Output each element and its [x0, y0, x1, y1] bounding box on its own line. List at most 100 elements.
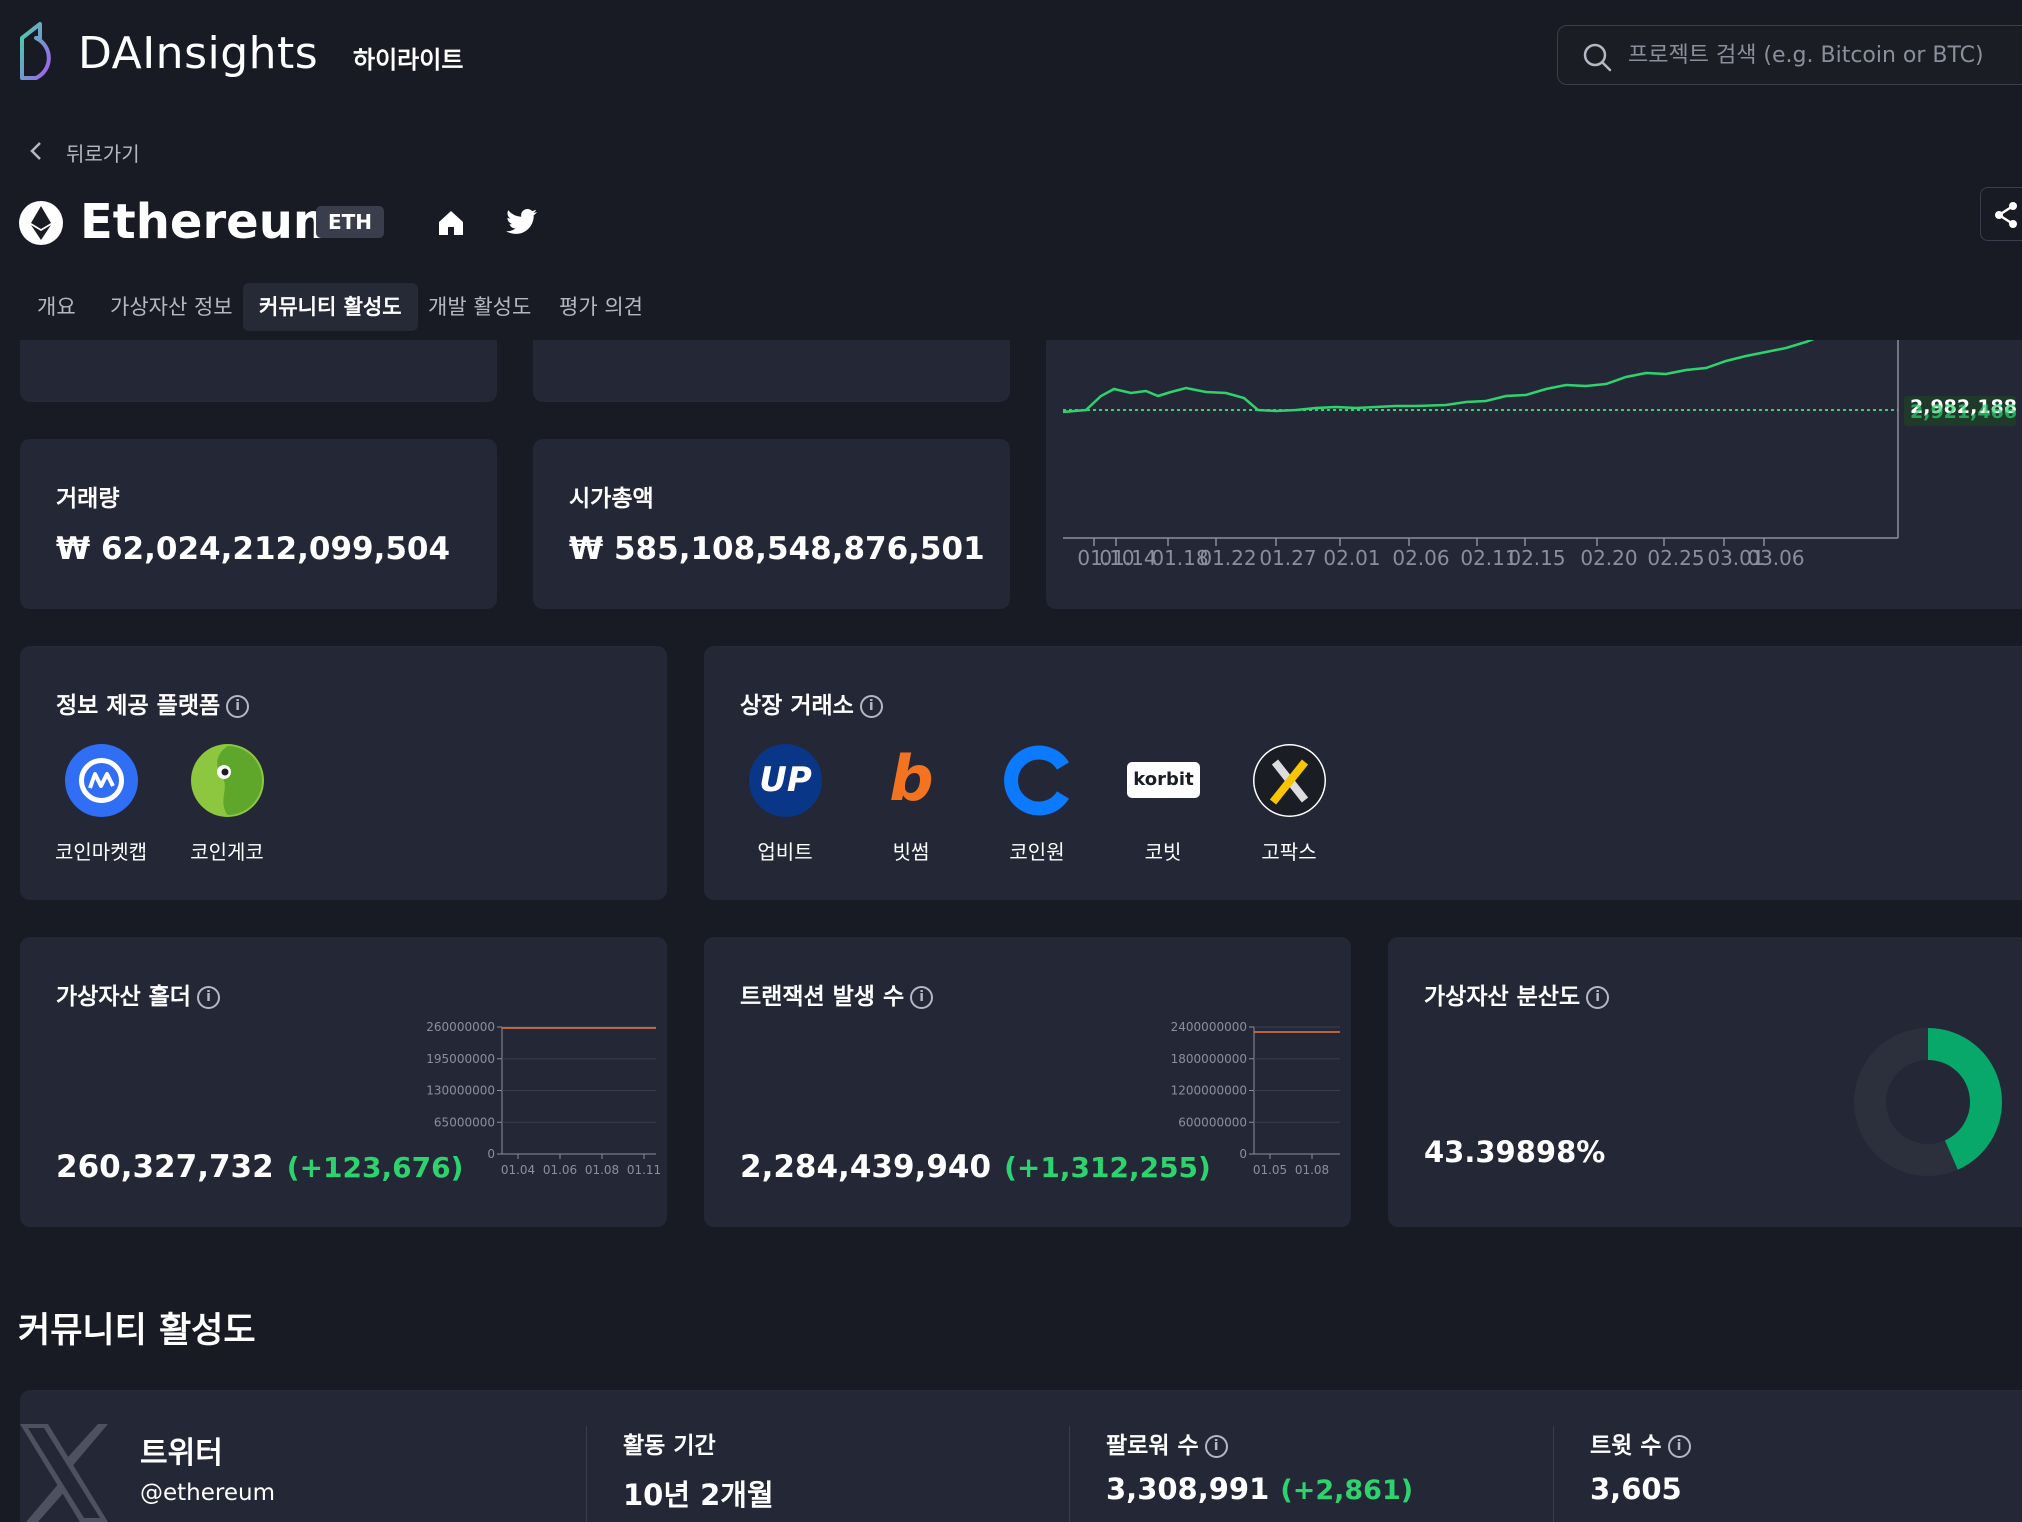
tab-evaluation[interactable]: 평가 의견 [543, 283, 659, 331]
holders-card: 가상자산 홀더 i 260,327,732 (+123,676) 26000000… [20, 937, 667, 1227]
tab-community[interactable]: 커뮤니티 활성도 [243, 283, 418, 331]
exchanges-title: 상장 거래소 i [740, 686, 883, 720]
exchanges-card: 상장 거래소 i UP 업비트 b 빗썸 코인원 korbit 코빗 고팍스 [704, 646, 2022, 900]
price-x-label: 02.06 [1392, 546, 1449, 570]
tweets-value: 3,605 [1590, 1472, 1682, 1506]
followers-value: 3,308,991 [1106, 1472, 1270, 1506]
x-tick-label: 01.11 [627, 1163, 661, 1177]
distribution-value: 43.39898% [1424, 1135, 1606, 1169]
y-tick-label: 195000000 [426, 1052, 495, 1066]
price-x-label: 02.15 [1508, 546, 1565, 570]
price-line [1062, 340, 1815, 414]
price-chart: 01.1001.1401.1801.22 01.27 02.01 02.06 02.11… [1062, 340, 2016, 570]
info-icon[interactable]: i [226, 695, 250, 718]
price-chart-card: 01.10 01.14 01.18 01.22 01.27 02.01 02.06 02.11… [1046, 340, 2022, 609]
transactions-title: 트랜잭션 발생 수i [740, 977, 934, 1011]
share-icon [1995, 202, 2017, 228]
header: DAInsights 하이라이트 [0, 0, 2022, 110]
back-label: 뒤로가기 [66, 142, 140, 166]
project-symbol-badge: ETH [316, 206, 385, 238]
followers-label-row: 팔로워 수i [1106, 1426, 1228, 1460]
holders-chart: 260000000 195000000 130000000 65000000 0 01.0… [426, 1020, 661, 1177]
korbit-icon[interactable]: korbit [1127, 762, 1200, 798]
price-x-label: 02.01 [1323, 546, 1380, 570]
search-box[interactable] [1557, 25, 2022, 85]
tweets-label-row: 트윗 수i [1590, 1426, 1691, 1460]
gopax-icon[interactable] [1253, 744, 1326, 817]
platform-label[interactable]: 코인게코 [167, 836, 287, 865]
share-button[interactable] [1980, 187, 2022, 241]
coinone-icon[interactable] [1001, 744, 1074, 817]
period-value: 10년 2개월 [623, 1478, 774, 1512]
coinmarketcap-icon[interactable] [65, 744, 138, 817]
exchange-label[interactable]: 고팍스 [1229, 836, 1349, 865]
exchanges-title-text: 상장 거래소 [740, 693, 854, 719]
platforms-title: 정보 제공 플랫폼 i [56, 686, 250, 720]
nav-highlight[interactable]: 하이라이트 [353, 40, 463, 75]
coinone-glyph [1004, 745, 1069, 816]
chevron-left-icon [30, 142, 41, 160]
home-icon[interactable] [436, 208, 466, 238]
price-tag-b: 2,921,466 [1910, 401, 2017, 423]
exchange-label[interactable]: 코인원 [977, 836, 1097, 865]
transactions-title-text: 트랜잭션 발생 수 [740, 984, 905, 1010]
price-x-label: 02.25 [1647, 546, 1704, 570]
bithumb-icon[interactable]: b [875, 744, 948, 817]
twitter-platform-label: 트위터 [140, 1436, 223, 1471]
tab-overview[interactable]: 개요 [21, 283, 92, 331]
y-tick-label: 260000000 [426, 1020, 495, 1034]
tab-development[interactable]: 개발 활성도 [412, 283, 547, 331]
y-tick-label: 2400000000 [1171, 1020, 1247, 1034]
twitter-handle[interactable]: @ethereum [140, 1480, 275, 1506]
followers-label: 팔로워 수 [1106, 1433, 1199, 1459]
coingecko-icon[interactable] [191, 744, 264, 817]
search-input[interactable] [1628, 26, 2022, 84]
platforms-card: 정보 제공 플랫폼 i 코인마켓캡 코인게코 [20, 646, 667, 900]
x-tick-label: 01.06 [543, 1163, 577, 1177]
info-icon[interactable]: i [859, 695, 883, 718]
followers-value-row: 3,308,991 (+2,861) [1106, 1472, 1413, 1506]
y-tick-label: 0 [487, 1147, 495, 1161]
twitter-icon[interactable] [506, 208, 538, 236]
platform-label[interactable]: 코인마켓캡 [41, 836, 161, 865]
exchange-label[interactable]: 빗썸 [851, 836, 971, 865]
upbit-icon[interactable]: UP [749, 744, 822, 817]
info-icon[interactable]: i [910, 986, 934, 1009]
volume-label: 거래량 [56, 486, 120, 512]
exchange-label[interactable]: 코빗 [1103, 836, 1223, 865]
distribution-card: 가상자산 분산도 i 43.39898% [1388, 937, 2022, 1227]
distribution-donut [1854, 1028, 2002, 1176]
divider [1069, 1426, 1070, 1522]
divider [586, 1426, 587, 1522]
card-top-left [20, 340, 497, 402]
period-label: 활동 기간 [623, 1433, 716, 1459]
y-tick-label: 0 [1239, 1147, 1247, 1161]
tab-asset-info[interactable]: 가상자산 정보 [94, 283, 249, 331]
ethereum-icon [19, 201, 63, 245]
info-icon[interactable]: i [1204, 1435, 1228, 1458]
distribution-title: 가상자산 분산도 i [1424, 977, 1610, 1011]
project-name: Ethereum [80, 194, 343, 250]
info-icon[interactable]: i [196, 986, 220, 1009]
price-x-label: 01.14 [1099, 546, 1156, 570]
divider [1553, 1426, 1554, 1522]
donut-slice [1927, 1028, 2002, 1170]
card-top-middle [533, 340, 1010, 402]
gopax-glyph [1254, 745, 1325, 816]
price-x-label: 01.22 [1199, 546, 1256, 570]
price-x-label: 03.06 [1747, 546, 1804, 570]
info-icon[interactable]: i [1586, 986, 1610, 1009]
marketcap-card: 시가총액 ₩ 585,108,548,876,501 [533, 439, 1010, 609]
exchange-label[interactable]: 업비트 [725, 836, 845, 865]
dainsights-logo-icon[interactable] [18, 20, 62, 82]
coingecko-glyph [217, 746, 262, 815]
logo-text[interactable]: DAInsights [78, 28, 318, 79]
price-x-label: 02.20 [1580, 546, 1637, 570]
info-icon[interactable]: i [1667, 1435, 1691, 1458]
distribution-title-text: 가상자산 분산도 [1424, 984, 1581, 1010]
x-logo-icon [20, 1424, 108, 1522]
y-tick-label: 600000000 [1178, 1115, 1247, 1129]
marketcap-value: ₩ 585,108,548,876,501 [569, 531, 985, 567]
twitter-card: 트위터 @ethereum 활동 기간 10년 2개월 팔로워 수i 3,308… [20, 1390, 2022, 1522]
platforms-title-text: 정보 제공 플랫폼 [56, 693, 221, 719]
